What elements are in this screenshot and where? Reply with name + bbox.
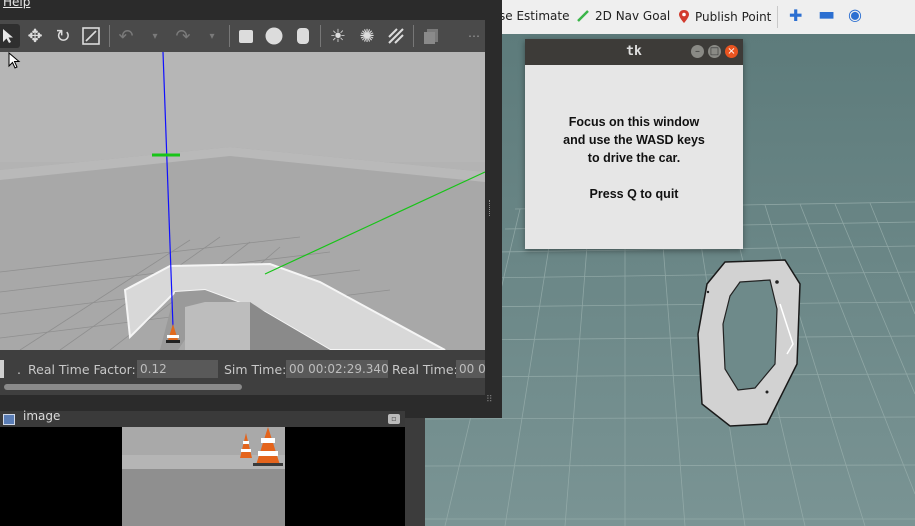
spot-light-button[interactable]: ✺	[355, 24, 379, 48]
gazebo-toolbar: ✥ ↻ ↶ ▾ ↷ ▾ ☀ ✺ ⋯	[0, 20, 485, 52]
insert-box-button[interactable]	[234, 24, 258, 48]
copy-icon	[424, 29, 438, 44]
nav-goal-icon	[577, 10, 589, 22]
image-window-title: image	[23, 409, 61, 423]
maximize-button[interactable]: □	[708, 45, 721, 58]
instruction-line-2: and use the WASD keys	[563, 133, 705, 147]
translate-mode-button[interactable]: ✥	[23, 24, 47, 48]
minimize-button[interactable]: –	[691, 45, 704, 58]
box-icon	[239, 30, 253, 43]
spot-light-icon: ✺	[359, 25, 375, 47]
real-time-factor-field: 0.12	[137, 360, 218, 378]
real-time-field: 00 0	[456, 360, 485, 378]
eye-icon: ◉	[848, 5, 862, 24]
point-light-button[interactable]: ☀	[326, 24, 350, 48]
window-control-button[interactable]: ▫	[388, 414, 400, 424]
toolbar-divider	[109, 25, 110, 47]
map-pin-icon	[679, 10, 689, 23]
directional-light-icon	[388, 28, 404, 44]
toolbar-divider	[320, 25, 321, 47]
gazebo-world-render	[0, 52, 485, 350]
insert-sphere-button[interactable]	[262, 24, 286, 48]
zoom-out-button[interactable]: ▬	[818, 4, 835, 25]
tk-titlebar[interactable]: tk – □ ×	[525, 39, 743, 65]
toolbar-divider	[777, 6, 778, 28]
nav-goal-label: 2D Nav Goal	[595, 9, 671, 23]
redo-icon: ↷	[175, 25, 191, 47]
instruction-line-1: Focus on this window	[568, 115, 700, 129]
undo-icon: ↶	[118, 25, 134, 47]
pose-estimate-label: se Estimate	[499, 9, 570, 23]
publish-point-label: Publish Point	[695, 9, 772, 24]
rotate-icon: ↻	[55, 25, 71, 47]
select-mode-button[interactable]	[0, 24, 20, 48]
real-time-factor-label: Real Time Factor:	[28, 362, 136, 377]
scale-mode-button[interactable]	[79, 24, 103, 48]
redo-menu-button[interactable]: ▾	[200, 24, 224, 48]
translate-icon: ✥	[27, 25, 43, 47]
real-time-label: Real Time:	[392, 362, 458, 377]
undo-menu-button[interactable]: ▾	[143, 24, 167, 48]
sim-time-field: 00 00:02:29.340	[286, 360, 388, 378]
view-button[interactable]: ◉	[848, 5, 862, 24]
instruction-line-quit: Press Q to quit	[589, 187, 679, 201]
copy-button[interactable]	[419, 24, 443, 48]
maximize-icon: □	[709, 46, 720, 57]
tk-message-area: Focus on this window and use the WASD ke…	[525, 65, 743, 249]
dots-icon: ⋯	[468, 29, 480, 43]
toolbar-divider	[229, 25, 230, 47]
resize-grip-icon[interactable]: ⠿	[486, 395, 496, 407]
gazebo-3d-scene[interactable]	[0, 52, 485, 350]
window-icon	[3, 414, 15, 425]
more-tools-button[interactable]: ⋯	[462, 24, 486, 48]
camera-image	[122, 427, 285, 526]
redo-button[interactable]: ↷	[171, 24, 195, 48]
mouse-cursor-icon	[8, 52, 21, 69]
tk-window[interactable]: tk – □ × Focus on this window and use th…	[525, 39, 743, 249]
undo-button[interactable]: ↶	[114, 24, 138, 48]
close-button[interactable]: ×	[725, 45, 738, 58]
select-arrow-icon	[3, 29, 13, 43]
status-dot: .	[17, 362, 21, 377]
plus-icon: ✚	[789, 6, 803, 25]
splitter-handle[interactable]	[489, 200, 493, 216]
gazebo-menubar: Help	[0, 0, 502, 14]
minus-icon: ▬	[818, 4, 836, 25]
publish-point-button[interactable]: Publish Point	[678, 9, 771, 24]
rotate-mode-button[interactable]: ↻	[51, 24, 75, 48]
horizontal-scrollbar[interactable]	[4, 384, 242, 390]
instruction-line-3: to drive the car.	[587, 151, 681, 165]
image-window-titlebar: ▫	[0, 411, 405, 427]
minimize-icon: –	[695, 46, 700, 57]
close-icon: ×	[727, 46, 736, 57]
cylinder-icon	[297, 28, 309, 44]
help-menu[interactable]: Help	[3, 0, 30, 9]
insert-cylinder-button[interactable]	[291, 24, 315, 48]
point-light-icon: ☀	[329, 25, 347, 47]
play-pause-button[interactable]	[0, 360, 4, 378]
chevron-down-icon: ▾	[209, 30, 215, 42]
chevron-down-icon: ▾	[152, 30, 158, 42]
toolbar-divider	[413, 25, 414, 47]
zoom-in-button[interactable]: ✚	[789, 6, 802, 25]
sphere-icon	[265, 27, 283, 45]
scale-icon	[82, 27, 100, 45]
rviz-toolbar: se Estimate 2D Nav Goal Publish Point ✚ …	[485, 0, 915, 35]
directional-light-button[interactable]	[384, 24, 408, 48]
nav-goal-button[interactable]: 2D Nav Goal	[576, 9, 670, 23]
pose-estimate-button[interactable]: se Estimate	[499, 9, 569, 23]
camera-image-render	[122, 427, 285, 526]
sim-time-label: Sim Time:	[224, 362, 287, 377]
